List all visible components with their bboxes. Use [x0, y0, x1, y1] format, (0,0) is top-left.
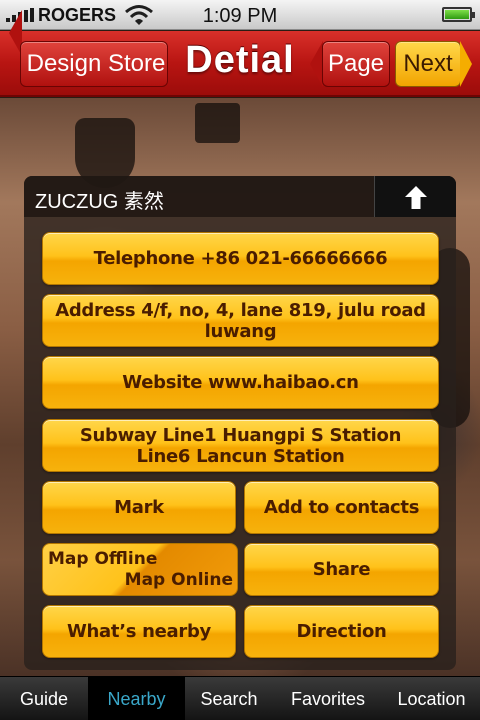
add-to-contacts-button[interactable]: Add to contacts — [244, 481, 439, 534]
back-button[interactable]: Design Store — [20, 41, 168, 87]
tab-favorites[interactable]: Favorites — [273, 677, 383, 720]
tab-nearby[interactable]: Nearby — [88, 677, 185, 720]
tab-location[interactable]: Location — [383, 677, 480, 720]
telephone-button[interactable]: Telephone +86 021-66666666 — [42, 232, 439, 285]
map-toggle[interactable]: Map Offline Map Online — [42, 543, 238, 596]
map-online-option[interactable]: Map Online — [125, 570, 233, 590]
direction-button[interactable]: Direction — [244, 605, 439, 658]
status-bar: ROGERS 1:09 PM — [0, 0, 480, 30]
arrow-up-icon — [404, 185, 427, 209]
battery-icon — [442, 7, 475, 22]
address-button[interactable]: Address 4/f, no, 4, lane 819, julu road … — [42, 294, 439, 347]
tab-guide[interactable]: Guide — [0, 677, 88, 720]
tab-search[interactable]: Search — [185, 677, 273, 720]
tab-bar: Guide Nearby Search Favorites Location — [0, 676, 480, 720]
subway-line1: Subway Line1 Huangpi S Station — [79, 424, 402, 446]
next-arrow-icon — [460, 41, 472, 87]
status-time: 1:09 PM — [202, 5, 278, 27]
mark-button[interactable]: Mark — [42, 481, 236, 534]
collapse-button[interactable] — [374, 176, 456, 217]
subway-line2: Line6 Lancun Station — [136, 445, 345, 467]
website-button[interactable]: Website www.haibao.cn — [42, 356, 439, 409]
subway-button[interactable]: Subway Line1 Huangpi S Station Line6 Lan… — [42, 419, 439, 472]
whats-nearby-button[interactable]: What’s nearby — [42, 605, 236, 658]
next-button[interactable]: Next — [395, 41, 461, 87]
store-name: ZUCZUG 素然 — [35, 191, 164, 213]
map-offline-option[interactable]: Map Offline — [48, 549, 157, 569]
share-button[interactable]: Share — [244, 543, 439, 596]
lamp-decoration — [195, 103, 240, 143]
page-button[interactable]: Page — [322, 41, 390, 87]
